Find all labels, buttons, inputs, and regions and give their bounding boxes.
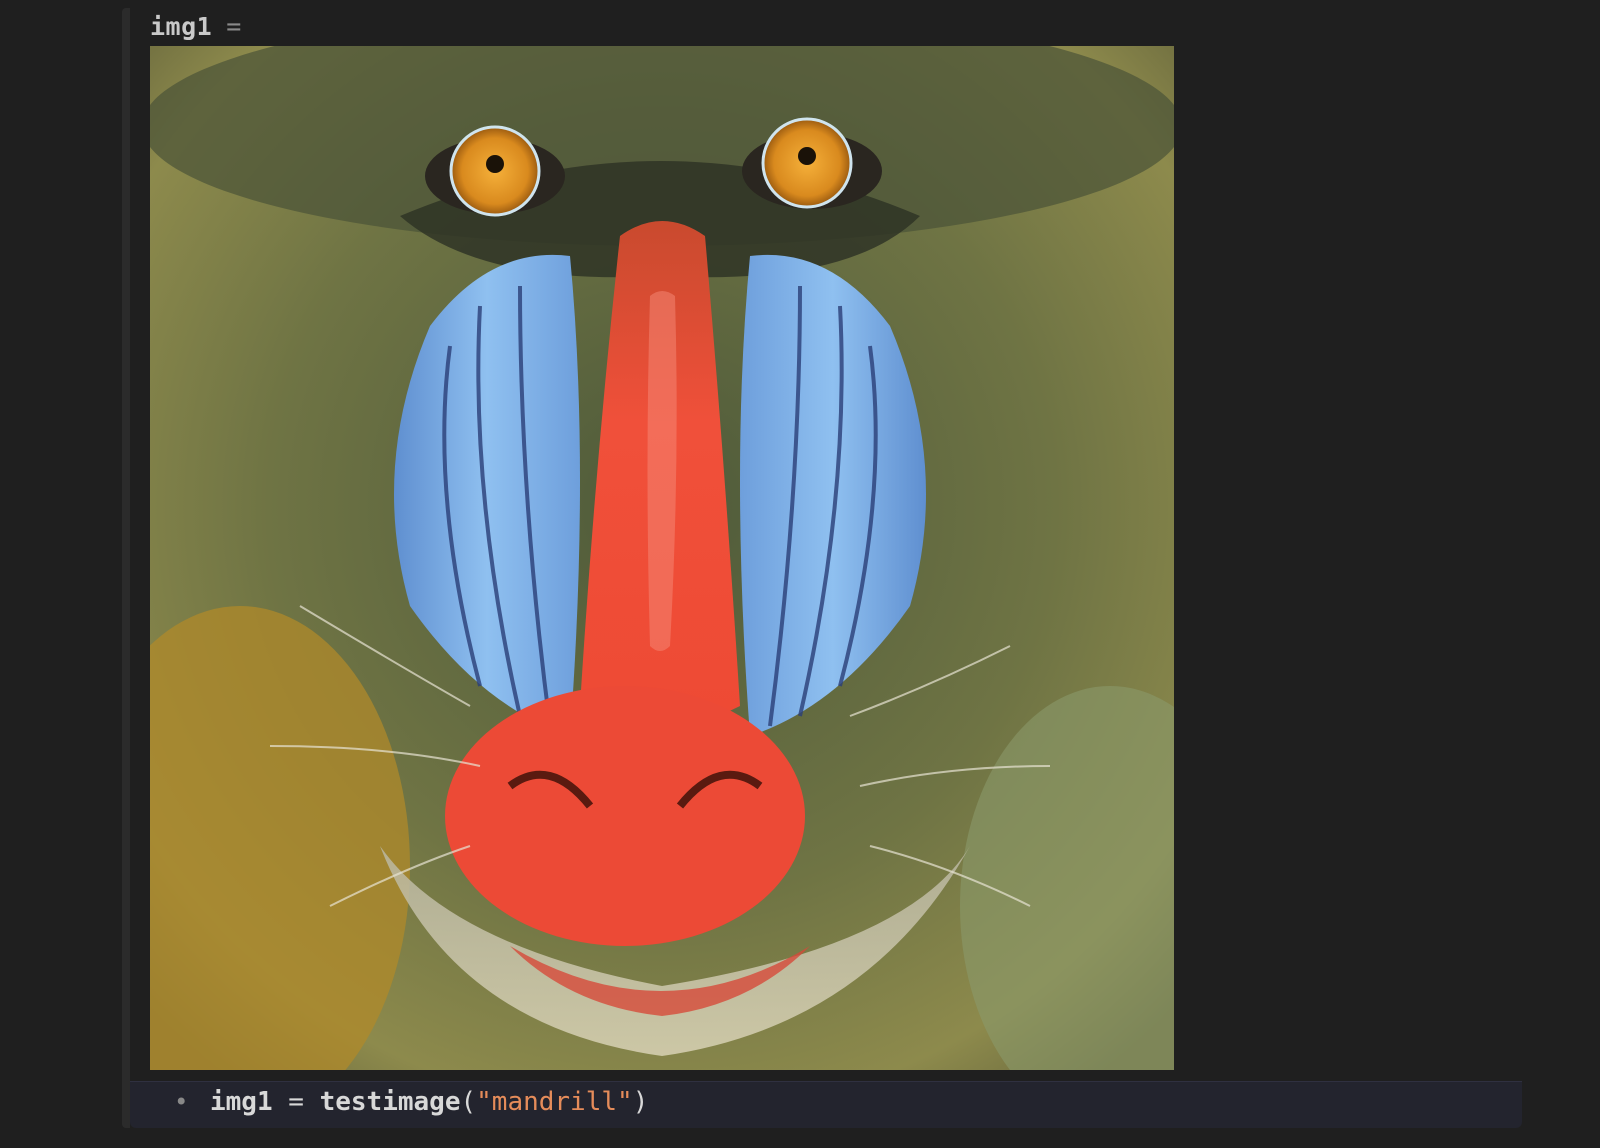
code-variable: img1	[210, 1087, 273, 1117]
cell-code-editor[interactable]: • img1 = testimage("mandrill")	[130, 1081, 1522, 1128]
code-close-paren: )	[632, 1087, 649, 1117]
code-string-argument: "mandrill"	[476, 1087, 633, 1117]
code-assign: =	[272, 1087, 320, 1117]
output-variable-label: img1 =	[150, 12, 242, 41]
mandrill-image-graphic	[150, 46, 1174, 1070]
output-equals-sign: =	[226, 12, 242, 41]
code-line[interactable]: img1 = testimage("mandrill")	[210, 1087, 648, 1117]
mandrill-image	[150, 46, 1174, 1070]
output-variable-name: img1	[150, 12, 213, 41]
notebook: img1 = • img1 = testimage("mandrill")	[0, 0, 1600, 1148]
cell-drag-handle[interactable]	[122, 8, 130, 1128]
cell-output: img1 =	[130, 8, 1522, 1080]
code-function-name: testimage	[319, 1087, 461, 1117]
code-line-bullet: •	[174, 1088, 189, 1116]
notebook-cell[interactable]: img1 = • img1 = testimage("mandrill")	[122, 8, 1530, 1128]
code-open-paren: (	[460, 1087, 477, 1117]
